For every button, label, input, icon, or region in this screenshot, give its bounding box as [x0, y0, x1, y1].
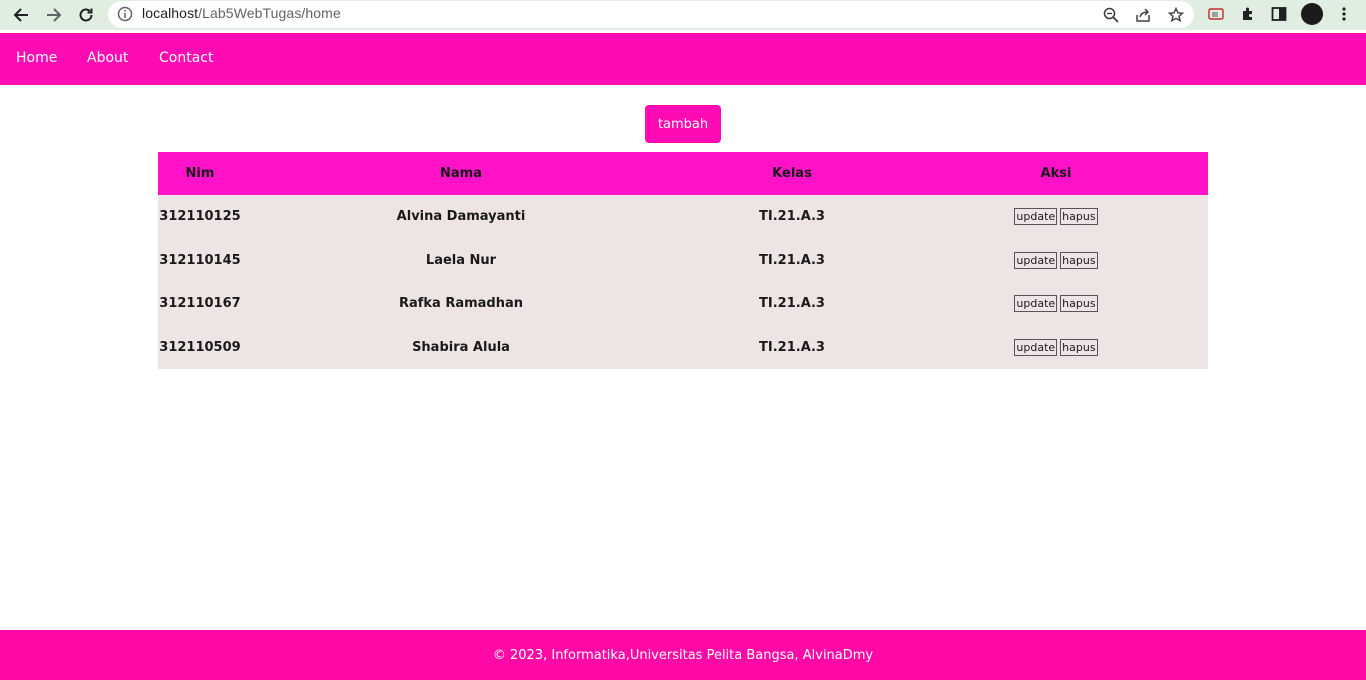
cell-kelas: TI.21.A.3 — [680, 325, 904, 369]
info-icon[interactable] — [117, 6, 133, 22]
url-host: localhost — [142, 5, 199, 21]
cell-kelas: TI.21.A.3 — [680, 238, 904, 282]
cell-kelas: TI.21.A.3 — [680, 195, 904, 239]
url-path: /Lab5WebTugas/home — [198, 5, 341, 21]
extensions-puzzle-icon[interactable] — [1237, 3, 1259, 25]
delete-button[interactable]: hapus — [1060, 208, 1098, 226]
page-footer: © 2023, Informatika,Universitas Pelita B… — [0, 630, 1366, 680]
cell-nim: 312110509 — [158, 325, 242, 369]
delete-button[interactable]: hapus — [1060, 338, 1098, 356]
header-nama: Nama — [242, 152, 680, 195]
back-arrow-icon[interactable] — [9, 3, 33, 27]
cell-nama: Shabira Alula — [242, 325, 680, 369]
cast-icon[interactable] — [1205, 3, 1227, 25]
table-row: 312110167 Rafka Ramadhan TI.21.A.3 updat… — [158, 282, 1208, 326]
browser-toolbar: localhost/Lab5WebTugas/home — [0, 0, 1366, 30]
delete-button[interactable]: hapus — [1060, 295, 1098, 313]
cell-aksi: update hapus — [904, 325, 1208, 369]
table-row: 312110509 Shabira Alula TI.21.A.3 update… — [158, 325, 1208, 369]
cell-aksi: update hapus — [904, 238, 1208, 282]
cell-nim: 312110167 — [158, 282, 242, 326]
address-bar[interactable]: localhost/Lab5WebTugas/home — [108, 1, 1194, 28]
cell-aksi: update hapus — [904, 282, 1208, 326]
delete-button[interactable]: hapus — [1060, 251, 1098, 269]
bookmark-star-icon[interactable] — [1166, 5, 1186, 25]
header-kelas: Kelas — [680, 152, 904, 195]
header-aksi: Aksi — [904, 152, 1208, 195]
zoom-icon[interactable] — [1101, 5, 1121, 25]
nav-about-link[interactable]: About — [87, 50, 128, 66]
cell-nama: Rafka Ramadhan — [242, 282, 680, 326]
student-table: Nim Nama Kelas Aksi 312110125 Alvina Dam… — [158, 152, 1208, 369]
update-button[interactable]: update — [1014, 208, 1058, 226]
forward-arrow-icon[interactable] — [42, 3, 66, 27]
cell-nama: Laela Nur — [242, 238, 680, 282]
table-row: 312110145 Laela Nur TI.21.A.3 update hapu… — [158, 238, 1208, 282]
cell-kelas: TI.21.A.3 — [680, 282, 904, 326]
table-row: 312110125 Alvina Damayanti TI.21.A.3 upd… — [158, 195, 1208, 239]
cell-nama: Alvina Damayanti — [242, 195, 680, 239]
cell-nim: 312110145 — [158, 238, 242, 282]
add-button[interactable]: tambah — [645, 105, 721, 143]
profile-avatar[interactable] — [1301, 3, 1323, 25]
reload-icon[interactable] — [74, 3, 98, 27]
url-text[interactable]: localhost/Lab5WebTugas/home — [142, 5, 341, 21]
nav-contact-link[interactable]: Contact — [159, 50, 213, 66]
site-navbar: Home About Contact — [0, 33, 1366, 85]
share-icon[interactable] — [1133, 5, 1153, 25]
footer-text: © 2023, Informatika,Universitas Pelita B… — [492, 647, 874, 663]
header-nim: Nim — [158, 152, 242, 195]
update-button[interactable]: update — [1014, 338, 1058, 356]
cell-aksi: update hapus — [904, 195, 1208, 239]
menu-kebab-icon[interactable] — [1333, 3, 1355, 25]
update-button[interactable]: update — [1014, 251, 1058, 269]
nav-home-link[interactable]: Home — [16, 50, 57, 66]
side-panel-icon[interactable] — [1268, 3, 1290, 25]
cell-nim: 312110125 — [158, 195, 242, 239]
update-button[interactable]: update — [1014, 295, 1058, 313]
table-header-row: Nim Nama Kelas Aksi — [158, 152, 1208, 195]
